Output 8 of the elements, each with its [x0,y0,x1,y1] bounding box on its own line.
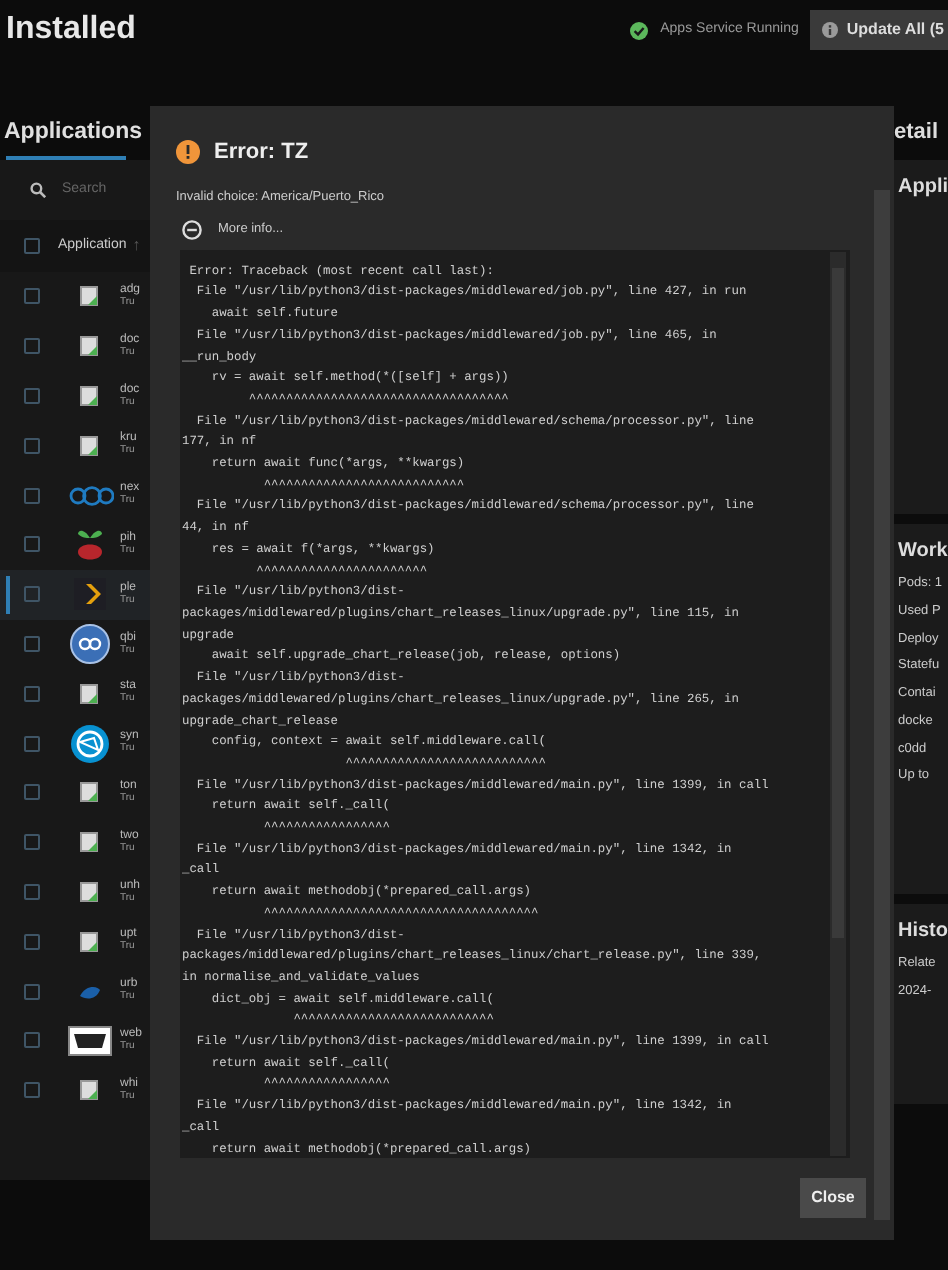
card-title: Work [898,538,948,566]
section-title: Applications [2,118,143,148]
section-title: etail [894,118,939,148]
page-title: Installed [6,10,136,50]
card-title: Appli [898,174,948,202]
card-title: Histo [898,918,948,946]
dialog-title: Error: TZ [214,137,309,168]
sort-icon: ↑ [132,234,141,258]
